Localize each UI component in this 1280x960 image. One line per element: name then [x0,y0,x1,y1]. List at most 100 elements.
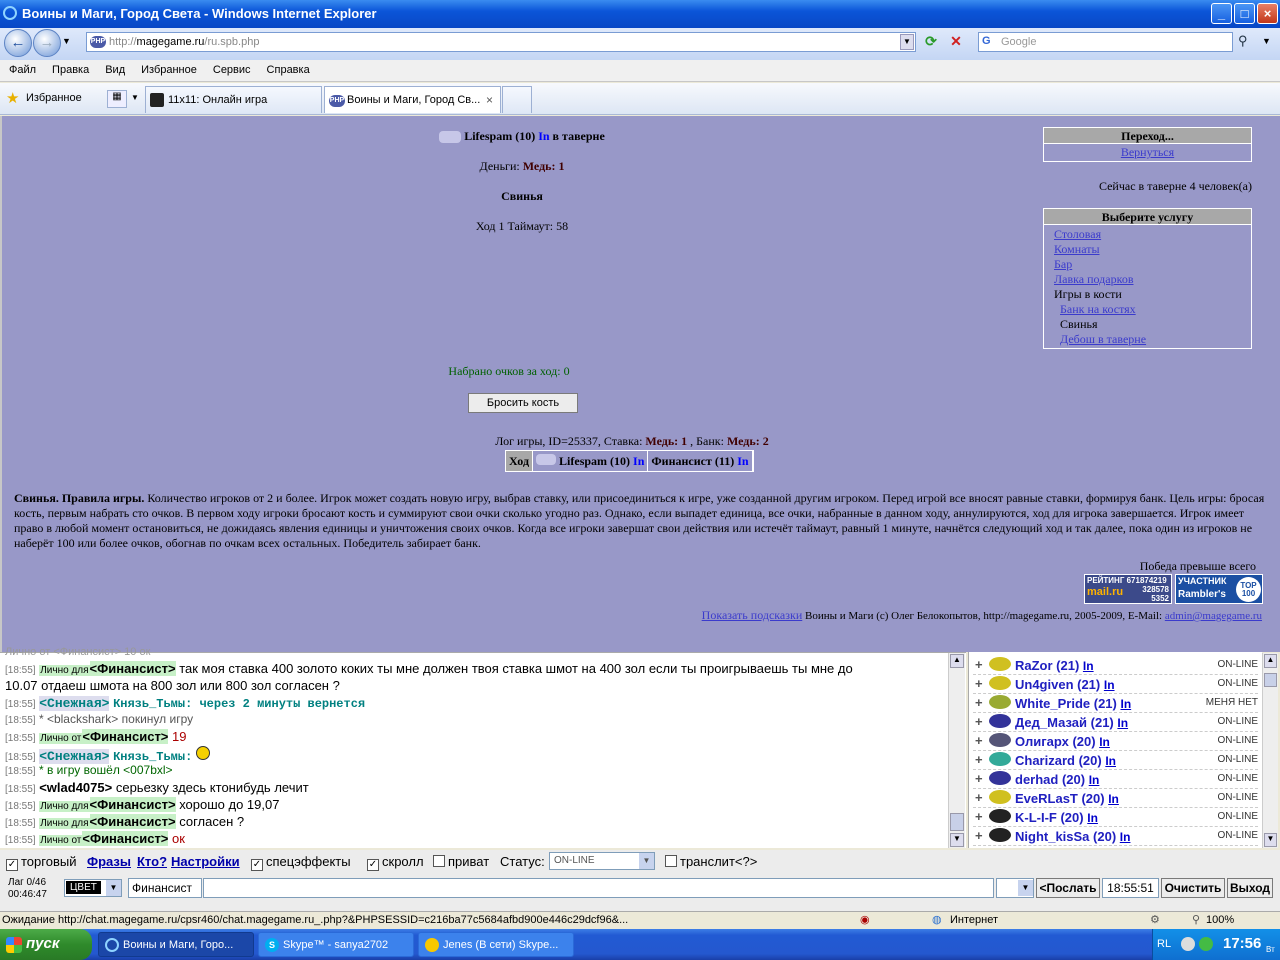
menu-view[interactable]: Вид [96,60,132,76]
message-history-select[interactable]: ▼ [996,878,1034,898]
color-select[interactable]: ЦВЕТ ▼ [64,879,122,897]
user-row[interactable]: + RaZor (21) In ON-LINE [973,656,1258,675]
translit-option[interactable]: транслит<?> [665,854,757,869]
taskbar-item-skype-chat[interactable]: Jenes (В сети) Skype... [418,932,574,957]
menu-tools[interactable]: Сервис [204,60,258,76]
address-dropdown-icon[interactable]: ▼ [900,34,914,50]
tab-11x11[interactable]: 11x11: Онлайн игра [145,86,322,113]
user-name[interactable]: Un4given (21) [1015,677,1100,692]
menu-file[interactable]: Файл [0,60,43,76]
user-row[interactable]: + Charizard (20) In ON-LINE [973,751,1258,770]
msg-from[interactable]: <Финансист> [82,831,169,846]
scroll-up-icon[interactable]: ▲ [1264,654,1277,668]
scroll-thumb[interactable] [1264,673,1277,687]
service-gift-shop[interactable]: Лавка подарков [1054,272,1134,286]
refresh-icon[interactable]: ⟳ [922,33,940,51]
service-dining[interactable]: Столовая [1054,227,1101,241]
msg-from[interactable]: <Финансист> [89,661,176,676]
stop-icon[interactable]: ✕ [947,33,965,51]
user-row[interactable]: + K-L-I-F (20) In ON-LINE [973,808,1258,827]
show-hints-link[interactable]: Показать подсказки [702,608,803,622]
expand-icon[interactable]: + [975,676,983,691]
favorites-label[interactable]: Избранное [26,92,82,104]
menu-help[interactable]: Справка [258,60,317,76]
goto-back-link[interactable]: Вернуться [1121,145,1174,159]
scroll-down-icon[interactable]: ▼ [1264,833,1277,847]
back-arrow-icon[interactable]: ← [4,29,32,57]
menu-favorites[interactable]: Избранное [132,60,204,76]
clock-time[interactable]: 17:56 [1223,935,1261,952]
user-row[interactable]: + White_Pride (21) In МЕНЯ НЕТ [973,694,1258,713]
tab-list-icon[interactable]: ▼ [131,93,139,102]
user-row[interactable]: + EveRLasT (20) In ON-LINE [973,789,1258,808]
user-in-link[interactable]: In [1087,811,1098,825]
msg-from[interactable]: * <blackshark> [39,712,118,726]
status-select[interactable]: ON-LINE ▼ [549,852,655,870]
trade-option[interactable]: ✓ торговый [6,854,76,871]
log-player-2-in[interactable]: In [737,454,748,468]
user-name[interactable]: derhad (20) [1015,772,1085,787]
user-name[interactable]: Дед_Мазай (21) [1015,715,1114,730]
address-input[interactable]: PHP http://magegame.ru/ru.spb.php [86,32,916,52]
chevron-down-icon[interactable]: ▼ [106,880,121,896]
expand-icon[interactable]: + [975,790,983,805]
clear-button[interactable]: Очистить [1161,878,1225,898]
msg-from[interactable]: <Финансист> [89,797,176,812]
user-list-scrollbar[interactable]: ▲ ▼ [1262,653,1278,848]
search-options-icon[interactable]: ▼ [1262,36,1271,46]
tray-app-icon[interactable] [1181,937,1195,951]
message-input[interactable] [203,878,994,898]
service-rooms[interactable]: Комнаты [1054,242,1100,256]
user-in-link[interactable]: In [1105,754,1116,768]
menu-edit[interactable]: Правка [43,60,96,76]
user-row[interactable]: + Дед_Мазай (21) In ON-LINE [973,713,1258,732]
expand-icon[interactable]: + [975,714,983,729]
rambler-top100-badge[interactable]: УЧАСТНИК Rambler's TOP 100 [1175,574,1263,604]
new-tab-button[interactable] [502,86,532,113]
search-icon[interactable]: ⚲ [1238,33,1258,51]
taskbar-item-skype[interactable]: S Skype™ - sanya2702 [258,932,414,957]
chevron-down-icon[interactable]: ▼ [1018,880,1033,896]
roll-dice-button[interactable]: Бросить кость [468,393,578,413]
user-in-link[interactable]: In [1117,716,1128,730]
popup-blocker-icon[interactable]: ◉ [860,913,870,926]
service-bar[interactable]: Бар [1054,257,1072,271]
expand-icon[interactable]: + [975,657,983,672]
close-button[interactable]: × [1257,3,1278,24]
expand-icon[interactable]: + [975,771,983,786]
private-option[interactable]: приват [433,854,489,869]
quick-tabs-icon[interactable]: ▦ [107,90,127,108]
minimize-button[interactable]: _ [1211,3,1232,24]
start-button[interactable]: пуск [0,929,92,960]
scroll-thumb[interactable] [950,813,964,831]
tab-magegame[interactable]: PHP Воины и Маги, Город Св... × [324,86,501,113]
user-name[interactable]: Night_kisSa (20) [1015,829,1116,844]
send-button[interactable]: <Послать [1036,878,1100,898]
forward-arrow-icon[interactable]: → [33,29,61,57]
scroll-up-icon[interactable]: ▲ [950,654,964,668]
trade-checkbox[interactable]: ✓ [6,859,18,871]
player-in-link[interactable]: In [538,129,549,143]
skype-status-icon[interactable] [1199,937,1213,951]
user-in-link[interactable]: In [1099,735,1110,749]
mailru-rating-badge[interactable]: РЕЙТИНГ 671874219 mail.ru 328578 5352 [1084,574,1172,604]
user-in-link[interactable]: In [1104,678,1115,692]
user-row[interactable]: + Night_kisSa (20) In ON-LINE [973,827,1258,846]
zoom-icon[interactable]: ⚲ [1192,913,1200,926]
user-row[interactable]: + derhad (20) In ON-LINE [973,770,1258,789]
maximize-button[interactable]: □ [1234,3,1255,24]
tab-close-icon[interactable]: × [486,93,493,107]
dice-brawl[interactable]: Дебош в таверне [1060,332,1146,346]
user-in-link[interactable]: In [1083,659,1094,673]
user-row[interactable]: + Олигарх (20) In ON-LINE [973,732,1258,751]
msg-from[interactable]: <wlad4075> [39,780,112,795]
zoom-level[interactable]: 100% [1206,914,1234,926]
effects-option[interactable]: ✓ спецэффекты [251,854,351,871]
protected-mode-icon[interactable]: ⚙ [1150,913,1160,926]
recipient-field[interactable]: Финансист [128,878,202,898]
user-row[interactable]: + Un4given (21) In ON-LINE [973,675,1258,694]
player-name[interactable]: Lifespam (10) [464,129,535,143]
scroll-checkbox[interactable]: ✓ [367,859,379,871]
user-name[interactable]: EveRLasT (20) [1015,791,1105,806]
email-link[interactable]: admin@magegame.ru [1165,610,1262,622]
